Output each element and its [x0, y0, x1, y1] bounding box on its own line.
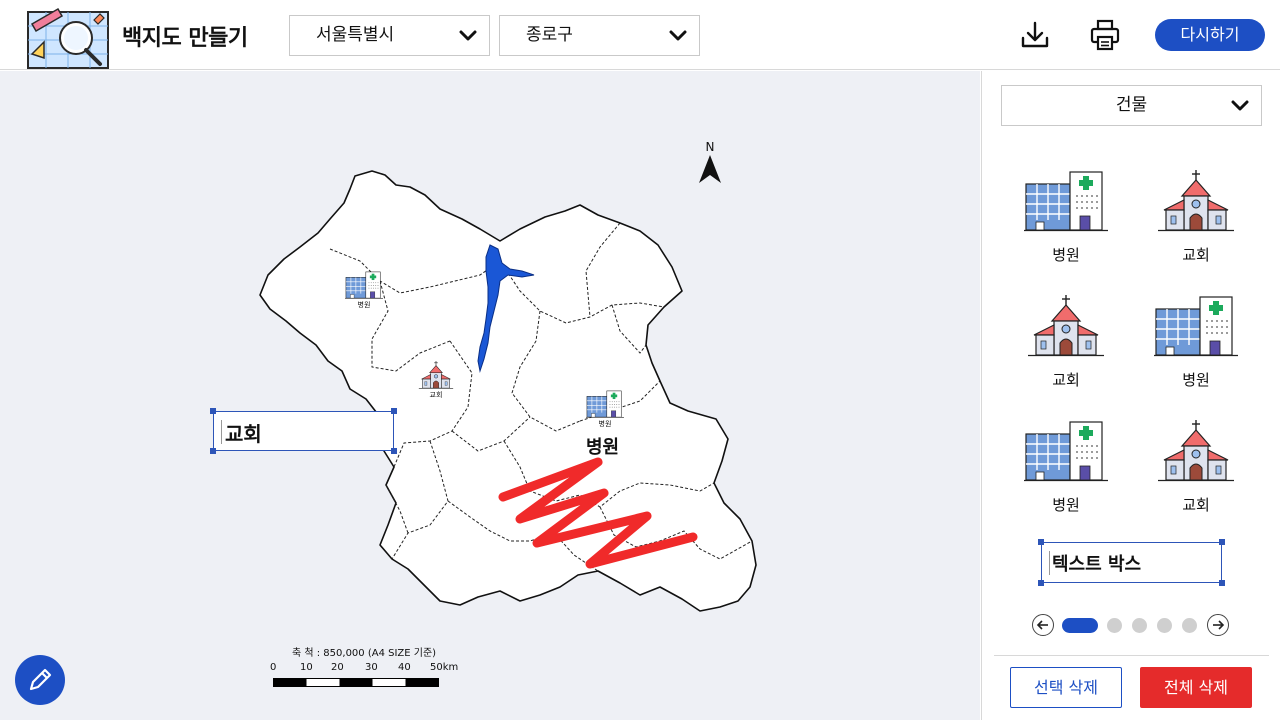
print-button[interactable]	[1088, 18, 1122, 52]
palette-item-church[interactable]: 교회	[1146, 420, 1246, 515]
page-dot-4[interactable]	[1157, 618, 1172, 633]
scale-tick: 0	[270, 662, 277, 673]
map-item-church[interactable]: 교회	[418, 361, 454, 400]
map-textbox[interactable]: 교회	[210, 408, 397, 454]
reset-button[interactable]: 다시하기	[1155, 19, 1265, 51]
blank-map	[259, 170, 757, 612]
map-textbox-text: 교회	[225, 422, 262, 446]
scale-tick: 30	[365, 662, 378, 673]
page-dot-3[interactable]	[1132, 618, 1147, 633]
scale-graphic	[273, 678, 439, 687]
pagination	[1032, 614, 1232, 636]
prev-page-button[interactable]	[1032, 614, 1054, 636]
download-button[interactable]	[1018, 18, 1052, 52]
map-text-label[interactable]: 병원	[586, 433, 619, 459]
north-arrow: N	[697, 141, 723, 187]
resize-handle[interactable]	[1038, 580, 1044, 586]
palette-item-label: 병원	[1052, 246, 1080, 264]
resize-handle[interactable]	[210, 408, 216, 414]
hospital-icon	[1024, 170, 1108, 232]
palette-item-church[interactable]: 교회	[1146, 170, 1246, 265]
scale-caption: 축 척 : 850,000 (A4 SIZE 기준)	[292, 648, 437, 659]
map-item-label: 병원	[598, 420, 612, 428]
palette-textbox-label: 텍스트 박스	[1052, 554, 1142, 575]
arrow-left-icon	[1036, 620, 1048, 630]
scale-tick: 50km	[430, 662, 459, 673]
page-dot-1[interactable]	[1062, 618, 1098, 633]
download-icon	[1021, 21, 1049, 48]
church-icon	[418, 361, 454, 389]
pencil-icon	[29, 668, 52, 691]
palette-textbox[interactable]: 텍스트 박스	[1038, 539, 1225, 586]
palette-item-hospital[interactable]: 병원	[1146, 295, 1246, 390]
arrow-right-icon	[1213, 620, 1225, 630]
next-page-button[interactable]	[1207, 614, 1229, 636]
hospital-icon	[1024, 420, 1108, 482]
church-icon	[1158, 170, 1234, 232]
district-select[interactable]: 종로구	[499, 15, 700, 56]
delete-all-button[interactable]: 전체 삭제	[1140, 667, 1252, 708]
north-label: N	[705, 140, 715, 154]
app-title: 백지도 만들기	[122, 26, 248, 51]
resize-handle[interactable]	[1038, 539, 1044, 545]
hospital-icon	[586, 390, 624, 418]
edit-button[interactable]	[15, 655, 65, 705]
palette-item-label: 교회	[1182, 246, 1210, 264]
palette-item-church[interactable]: 교회	[1016, 295, 1116, 390]
hospital-icon	[345, 271, 383, 299]
app-logo-icon	[24, 6, 112, 70]
resize-handle[interactable]	[210, 448, 216, 454]
map-item-hospital[interactable]: 병원	[586, 390, 624, 429]
church-icon	[1158, 420, 1234, 482]
map-item-label: 교회	[429, 391, 443, 399]
north-arrow-icon	[699, 155, 721, 183]
palette-item-hospital[interactable]: 병원	[1016, 170, 1116, 265]
hospital-icon	[1154, 295, 1238, 357]
district-select-value: 종로구	[526, 25, 573, 45]
category-select-value: 건물	[1115, 95, 1148, 115]
divider	[994, 655, 1269, 656]
resize-handle[interactable]	[1219, 580, 1225, 586]
scale-tick: 20	[331, 662, 344, 673]
chevron-down-icon	[459, 27, 477, 45]
page-dot-5[interactable]	[1182, 618, 1197, 633]
resize-handle[interactable]	[391, 448, 397, 454]
chevron-down-icon	[1231, 97, 1249, 115]
chevron-down-icon	[669, 27, 687, 45]
city-select-value: 서울특별시	[316, 25, 395, 45]
delete-selected-button[interactable]: 선택 삭제	[1010, 667, 1122, 708]
map-canvas[interactable]: 병원 교회 병원 병원 교회 N 축 척 : 850,000 (A4 SIZE …	[0, 71, 980, 720]
category-select[interactable]: 건물	[1001, 85, 1262, 126]
city-select[interactable]: 서울특별시	[289, 15, 490, 56]
sidebar-panel: 건물 병원 교회 교회 병원 병원 교회 텍스트 박스 선택 삭제 전체 삭제	[981, 71, 1280, 720]
app-header: 백지도 만들기 서울특별시 종로구 다시하기	[0, 0, 1280, 70]
map-outline	[259, 170, 757, 612]
scale-tick: 10	[300, 662, 313, 673]
palette-item-label: 병원	[1182, 371, 1210, 389]
page-dot-2[interactable]	[1107, 618, 1122, 633]
palette-item-label: 병원	[1052, 496, 1080, 514]
map-item-label: 병원	[357, 301, 371, 309]
resize-handle[interactable]	[391, 408, 397, 414]
printer-icon	[1090, 19, 1120, 51]
palette-item-label: 교회	[1182, 496, 1210, 514]
church-icon	[1028, 295, 1104, 357]
palette-item-label: 교회	[1052, 371, 1080, 389]
map-item-hospital[interactable]: 병원	[344, 271, 384, 310]
scale-tick: 40	[398, 662, 411, 673]
resize-handle[interactable]	[1219, 539, 1225, 545]
palette-item-hospital[interactable]: 병원	[1016, 420, 1116, 515]
